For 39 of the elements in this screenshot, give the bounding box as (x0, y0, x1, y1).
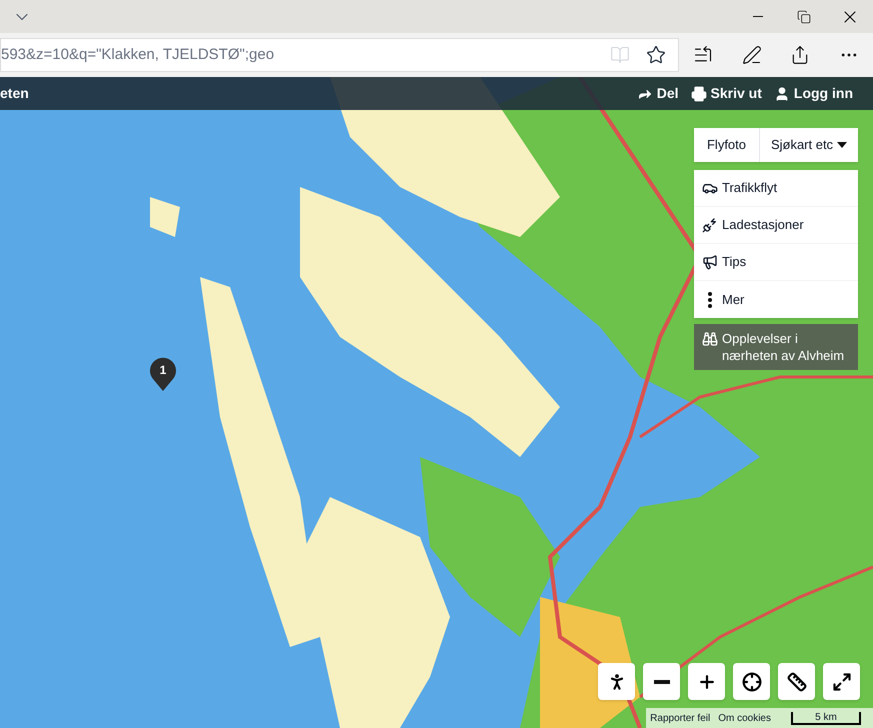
locate-button[interactable] (733, 663, 770, 700)
map-layer-button[interactable]: Sjøkart etc (760, 128, 858, 162)
street-view-button[interactable] (598, 663, 635, 700)
pen-icon[interactable] (742, 45, 762, 65)
measure-button[interactable] (778, 663, 815, 700)
zoom-in-button[interactable] (688, 663, 725, 700)
user-icon (774, 86, 790, 102)
minus-icon (654, 680, 670, 684)
header-link[interactable]: Logg inn (774, 83, 853, 104)
printer-icon (690, 86, 707, 102)
map-marker[interactable]: 1 (149, 357, 177, 391)
menu-item[interactable]: Tips (694, 244, 858, 281)
app-title: eten (0, 84, 29, 103)
restore-icon (797, 10, 811, 24)
charging-plug-icon (702, 217, 718, 233)
address-text: 593&z=10&q="Klakken, TJELDSTØ";geo (1, 44, 274, 65)
fullscreen-button[interactable] (823, 663, 860, 700)
caret-icon (837, 142, 848, 148)
star-icon[interactable] (646, 45, 666, 65)
nearby-text: Opplevelser i nærheten av Alvheim (722, 330, 846, 364)
menu-item[interactable]: Ladestasjoner (694, 207, 858, 244)
crosshair-icon (742, 672, 762, 692)
ruler-icon (786, 672, 806, 692)
nearby-panel[interactable]: Opplevelser i nærheten av Alvheim (694, 324, 858, 370)
map-layer-button[interactable]: Flyfoto (694, 128, 760, 162)
megaphone-icon (702, 254, 718, 270)
menu-item[interactable]: Mer (694, 281, 858, 318)
zoom-out-button[interactable] (643, 663, 680, 700)
footer-link[interactable]: Om cookies (718, 710, 771, 726)
menu-item[interactable]: Trafikkflyt (694, 170, 858, 207)
footer-link[interactable]: Rapporter feil (650, 710, 710, 726)
header-link[interactable]: Del (636, 83, 679, 104)
minimize-icon (753, 16, 763, 17)
fullscreen-icon (832, 672, 852, 692)
more-icon (708, 292, 712, 308)
header-link[interactable]: Skriv ut (690, 83, 762, 104)
address-bar[interactable]: 593&z=10&q="Klakken, TJELDSTØ";geo (0, 38, 679, 72)
scale-bar: 5 km (791, 712, 861, 724)
binoculars-icon (702, 331, 718, 347)
